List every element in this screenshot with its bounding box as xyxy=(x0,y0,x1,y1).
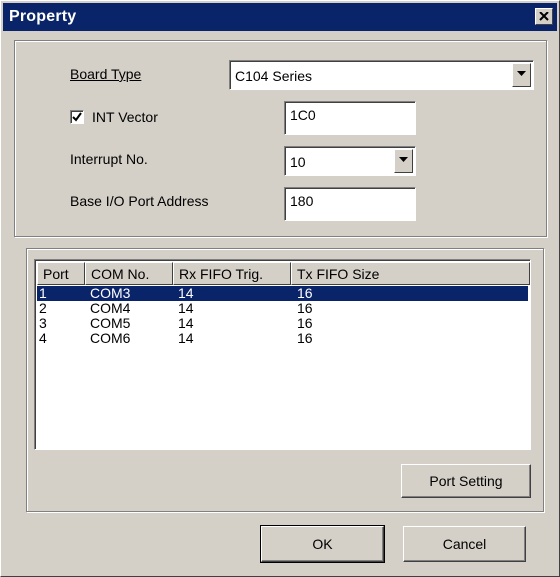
window-title: Property xyxy=(9,8,77,25)
cell-rx: 14 xyxy=(178,330,194,346)
cell-port: 2 xyxy=(39,300,47,316)
title-bar[interactable]: Property xyxy=(3,3,557,31)
close-button[interactable] xyxy=(535,8,553,25)
column-port[interactable]: Port xyxy=(37,262,85,285)
port-list-rows: 1 COM3 14 16 2 COM4 14 16 3 COM5 14 16 4… xyxy=(37,286,528,346)
board-type-mnemonic: Board Type xyxy=(70,66,142,82)
board-type-label: Board Type xyxy=(70,66,141,82)
cancel-button[interactable]: Cancel xyxy=(403,526,526,562)
close-icon xyxy=(539,12,549,21)
column-tx-fifo-label: Tx FIFO Size xyxy=(297,266,380,282)
interrupt-select[interactable]: 10 xyxy=(284,146,416,176)
cell-tx: 16 xyxy=(297,300,313,316)
column-port-label: Port xyxy=(43,266,69,282)
cell-com: COM4 xyxy=(90,300,131,316)
checkmark-icon xyxy=(72,112,82,122)
cell-com: COM6 xyxy=(90,330,131,346)
ok-button[interactable]: OK xyxy=(260,525,385,563)
column-com-no[interactable]: COM No. xyxy=(85,262,173,285)
cell-rx: 14 xyxy=(178,285,194,301)
port-row[interactable]: 1 COM3 14 16 xyxy=(37,286,528,301)
int-vector-checkbox[interactable] xyxy=(70,110,84,124)
cell-port: 1 xyxy=(39,285,47,301)
chevron-down-icon xyxy=(399,157,408,162)
port-row[interactable]: 4 COM6 14 16 xyxy=(37,331,528,346)
port-setting-button[interactable]: Port Setting xyxy=(401,464,531,498)
cell-tx: 16 xyxy=(297,315,313,331)
base-io-input[interactable]: 180 xyxy=(284,187,416,221)
port-list[interactable]: Port COM No. Rx FIFO Trig. Tx FIFO Size … xyxy=(34,259,531,450)
board-type-dropdown-button[interactable] xyxy=(512,63,531,87)
int-vector-label: INT Vector xyxy=(92,109,158,125)
cell-tx: 16 xyxy=(297,285,313,301)
chevron-down-icon xyxy=(517,71,526,76)
cell-port: 4 xyxy=(39,330,47,346)
cell-com: COM3 xyxy=(90,285,131,301)
interrupt-dropdown-button[interactable] xyxy=(394,149,413,173)
port-list-header: Port COM No. Rx FIFO Trig. Tx FIFO Size xyxy=(37,262,530,285)
property-dialog: Property Board Type C104 Series INT Vect… xyxy=(0,0,560,577)
cell-com: COM5 xyxy=(90,315,131,331)
base-io-label: Base I/O Port Address xyxy=(70,193,209,209)
ok-label: OK xyxy=(312,536,333,552)
base-io-value: 180 xyxy=(290,193,314,209)
int-vector-input[interactable]: 1C0 xyxy=(284,101,416,135)
column-tx-fifo[interactable]: Tx FIFO Size xyxy=(291,262,530,285)
board-type-value: C104 Series xyxy=(235,68,313,84)
column-rx-fifo[interactable]: Rx FIFO Trig. xyxy=(173,262,291,285)
cell-rx: 14 xyxy=(178,300,194,316)
interrupt-label: Interrupt No. xyxy=(70,151,148,167)
column-rx-fifo-label: Rx FIFO Trig. xyxy=(179,266,263,282)
column-com-no-label: COM No. xyxy=(91,266,150,282)
port-row[interactable]: 2 COM4 14 16 xyxy=(37,301,528,316)
board-type-select[interactable]: C104 Series xyxy=(229,60,534,90)
cell-port: 3 xyxy=(39,315,47,331)
interrupt-value: 10 xyxy=(290,154,306,170)
port-setting-label: Port Setting xyxy=(429,473,503,489)
port-row[interactable]: 3 COM5 14 16 xyxy=(37,316,528,331)
int-vector-value: 1C0 xyxy=(290,107,316,123)
cancel-label: Cancel xyxy=(442,536,487,552)
cell-rx: 14 xyxy=(178,315,194,331)
cell-tx: 16 xyxy=(297,330,313,346)
